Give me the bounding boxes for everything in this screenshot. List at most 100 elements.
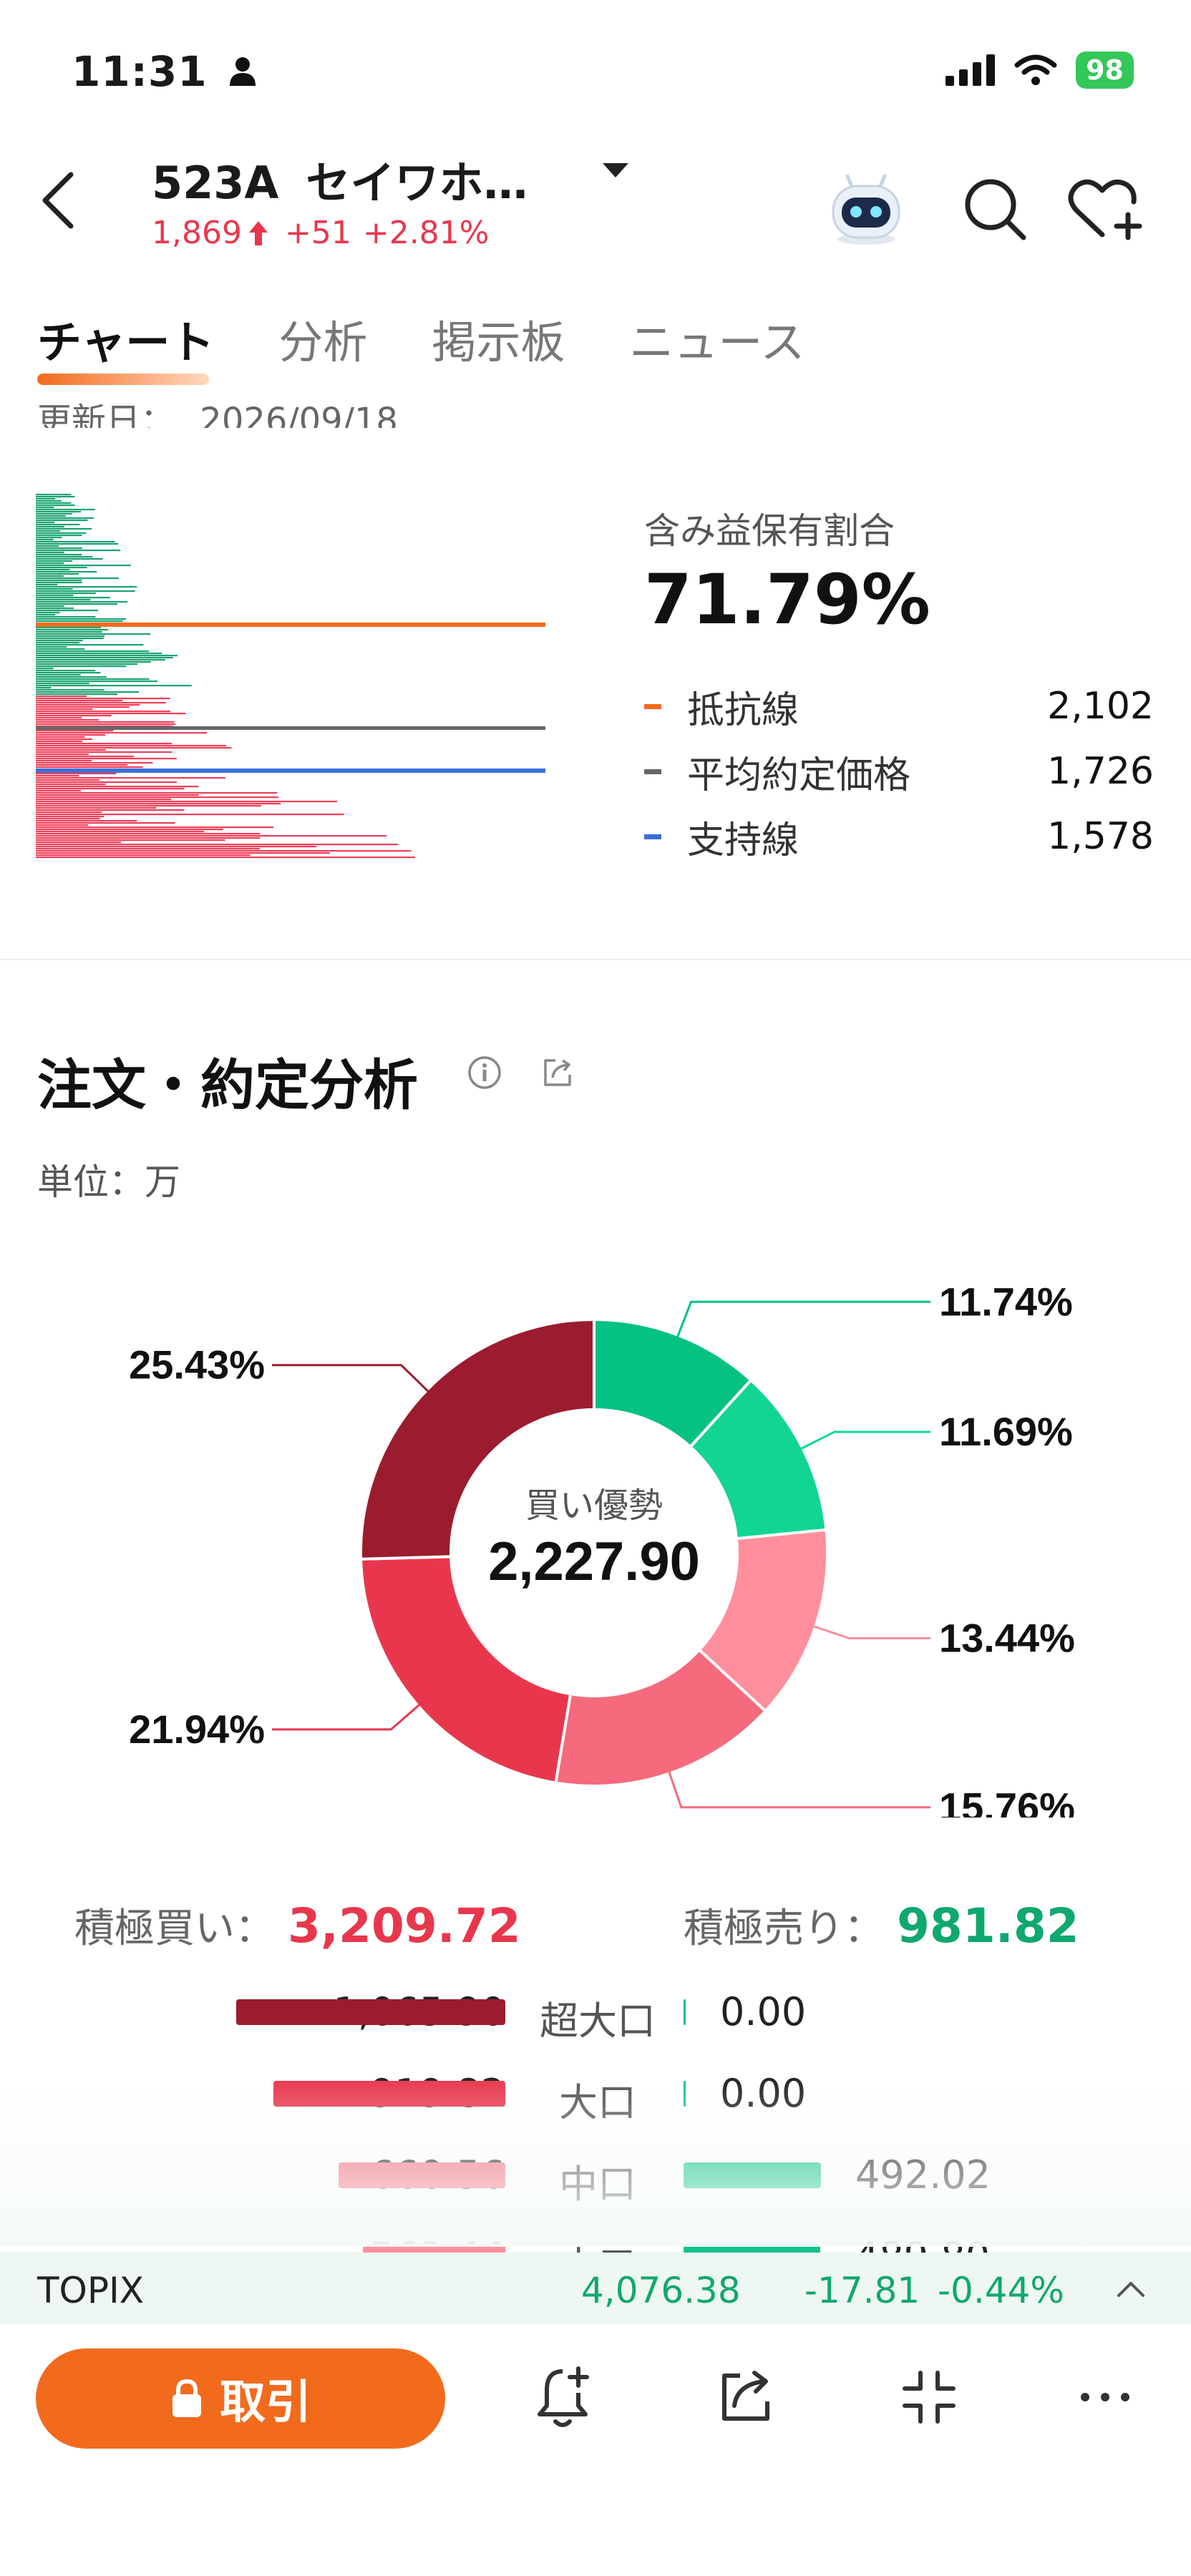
distribution-bar — [36, 805, 261, 807]
distribution-bar — [36, 558, 103, 560]
distribution-bar — [36, 539, 54, 541]
donut-leader-line — [799, 1430, 930, 1450]
distribution-bar — [36, 592, 96, 595]
tab-news[interactable]: ニュース — [629, 306, 804, 371]
status-time: 11:31 — [72, 47, 257, 96]
distribution-bar — [36, 732, 207, 734]
distribution-bar — [36, 650, 150, 653]
distribution-bar — [36, 721, 175, 723]
donut-center-label: 買い優勢 — [525, 1485, 663, 1526]
search-icon[interactable] — [959, 173, 1031, 245]
distribution-bar — [36, 577, 120, 580]
distribution-bar — [36, 833, 261, 835]
holding-ratio-value: 71.79% — [644, 560, 930, 640]
distribution-bar — [36, 685, 192, 687]
distribution-bar — [36, 554, 82, 556]
share-icon[interactable] — [540, 1055, 575, 1091]
tab-analysis[interactable]: 分析 — [278, 306, 367, 371]
battery-indicator: 98 — [1076, 52, 1134, 89]
distribution-bar — [36, 753, 89, 756]
distribution-bar — [36, 779, 99, 781]
cost-distribution-chart — [36, 494, 545, 859]
distribution-bar — [36, 792, 278, 794]
distribution-bar — [36, 814, 344, 816]
distribution-bar — [36, 764, 128, 766]
distribution-bar — [36, 822, 175, 824]
content-fade — [0, 2075, 1191, 2247]
tab-board[interactable]: 掲示板 — [432, 306, 565, 371]
distribution-bar — [36, 743, 172, 745]
distribution-bar — [36, 717, 82, 719]
heart-add-icon[interactable] — [1066, 173, 1145, 245]
distribution-bar — [36, 811, 102, 814]
distribution-bar — [36, 642, 80, 644]
distribution-bar — [36, 749, 106, 751]
distribution-bar — [36, 586, 137, 588]
distribution-bar — [36, 674, 81, 676]
distribution-bar — [36, 809, 185, 811]
distribution-bar — [36, 711, 170, 713]
stock-code: 523A — [152, 157, 279, 209]
lock-icon — [172, 2379, 201, 2417]
distribution-bar — [36, 762, 153, 764]
more-icon[interactable] — [1069, 2361, 1141, 2433]
distribution-bar — [36, 545, 59, 547]
distribution-bar — [36, 614, 56, 616]
distribution-bar — [36, 573, 79, 575]
distribution-bar — [36, 781, 177, 784]
legend-swatch — [644, 769, 661, 774]
distribution-bar — [36, 818, 100, 820]
distribution-bar — [36, 638, 104, 640]
legend-average-price: 平均約定価格 1,726 — [644, 748, 1154, 797]
distribution-bar — [36, 700, 123, 702]
distribution-bar — [36, 535, 82, 537]
distribution-bar — [36, 635, 105, 638]
aggressive-sell-total: 積極売り： 981.82 — [684, 1898, 1079, 1953]
robot-icon[interactable] — [823, 170, 909, 249]
collapse-icon[interactable] — [893, 2361, 965, 2433]
distribution-bar — [36, 738, 92, 741]
distribution-bar — [36, 657, 173, 659]
donut-leader-line — [667, 1770, 930, 1809]
distribution-bar — [36, 835, 387, 837]
export-icon[interactable] — [710, 2361, 782, 2433]
chevron-up-icon[interactable] — [1113, 2271, 1149, 2307]
distribution-bar — [36, 801, 338, 803]
distribution-bar — [36, 848, 260, 850]
distribution-bar — [36, 498, 56, 500]
distribution-bar — [36, 736, 85, 738]
distribution-bar — [36, 556, 93, 558]
trade-button[interactable]: 取引 — [36, 2348, 445, 2449]
back-button[interactable] — [29, 165, 86, 236]
distribution-bar — [36, 509, 95, 511]
distribution-bar — [36, 665, 127, 668]
stock-title[interactable]: 523A セイワホ… — [152, 147, 528, 211]
distribution-bar — [36, 599, 91, 601]
distribution-bar — [36, 672, 101, 674]
distribution-bar — [36, 751, 172, 753]
section-divider — [0, 959, 1191, 960]
index-ticker[interactable]: TOPIX 4,076.38 -17.81 -0.44% — [0, 2253, 1191, 2324]
info-icon[interactable] — [467, 1055, 502, 1091]
distribution-bar — [36, 777, 226, 779]
distribution-bar — [36, 526, 64, 528]
bell-add-icon[interactable] — [527, 2361, 598, 2433]
distribution-bar — [36, 653, 162, 655]
distribution-bar — [36, 603, 118, 605]
distribution-bar — [36, 562, 64, 565]
distribution-bar — [36, 543, 118, 545]
distribution-bar — [36, 620, 123, 623]
tab-chart[interactable]: チャート — [37, 306, 214, 385]
distribution-bar — [36, 719, 99, 721]
distribution-bar — [36, 734, 106, 736]
distribution-bar — [36, 850, 412, 852]
distribution-bar — [36, 494, 72, 496]
distribution-bar — [36, 584, 58, 586]
holding-ratio-label: 含み益保有割合 — [644, 510, 895, 552]
donut-center-value: 2,227.90 — [488, 1531, 700, 1592]
distribution-bar — [36, 631, 102, 633]
caret-down-icon[interactable] — [603, 163, 628, 177]
distribution-bar — [36, 689, 104, 691]
stock-price: 1,869 — [152, 215, 242, 251]
wifi-icon — [1014, 54, 1057, 85]
